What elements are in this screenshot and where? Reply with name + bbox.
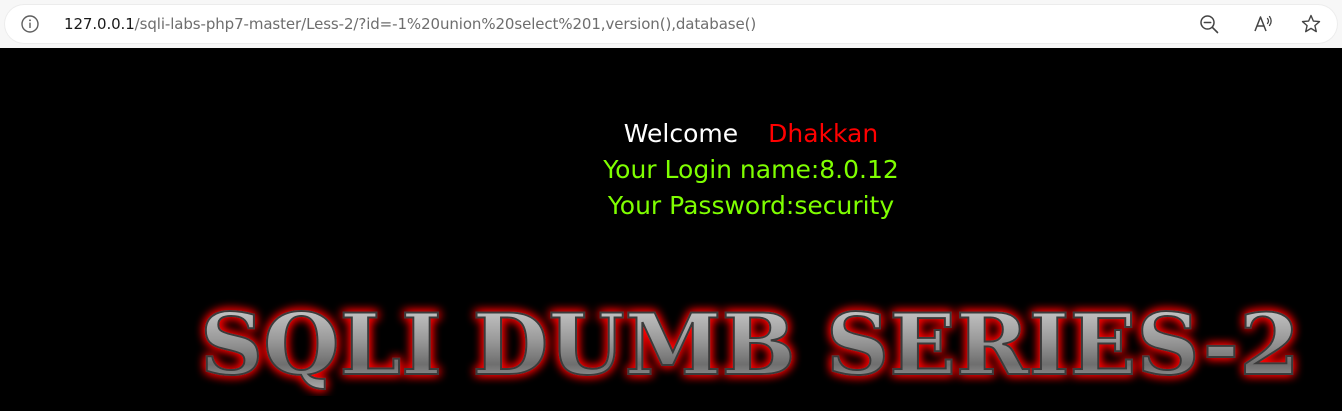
url-text[interactable]: 127.0.0.1/sqli-labs-php7-master/Less-2/?…	[64, 15, 756, 33]
welcome-line: Welcome Dhakkan	[0, 116, 1342, 152]
login-name-line: Your Login name:8.0.12	[603, 155, 899, 184]
password-line: Your Password:security	[607, 191, 895, 220]
url-host: 127.0.0.1	[64, 15, 135, 33]
read-aloud-icon[interactable]	[1252, 13, 1274, 35]
favorite-star-icon[interactable]	[1300, 13, 1322, 35]
address-bar[interactable]: 127.0.0.1/sqli-labs-php7-master/Less-2/?…	[4, 4, 1338, 44]
url-path: /sqli-labs-php7-master/Less-2/?id=-1%20u…	[134, 15, 757, 33]
user-name: Dhakkan	[768, 119, 879, 148]
login-result: Welcome Dhakkan Your Login name:8.0.12 Yo…	[0, 116, 1342, 224]
page-content: Welcome Dhakkan Your Login name:8.0.12 Yo…	[0, 48, 1342, 411]
series-title: SQLI DUMB SERIES-2	[200, 296, 1300, 394]
series-title-banner: SQLI DUMB SERIES-2	[199, 296, 1301, 395]
welcome-text: Welcome	[623, 119, 739, 148]
info-icon[interactable]	[20, 14, 40, 34]
browser-toolbar: 127.0.0.1/sqli-labs-php7-master/Less-2/?…	[0, 0, 1342, 48]
zoom-out-icon[interactable]	[1198, 13, 1220, 35]
